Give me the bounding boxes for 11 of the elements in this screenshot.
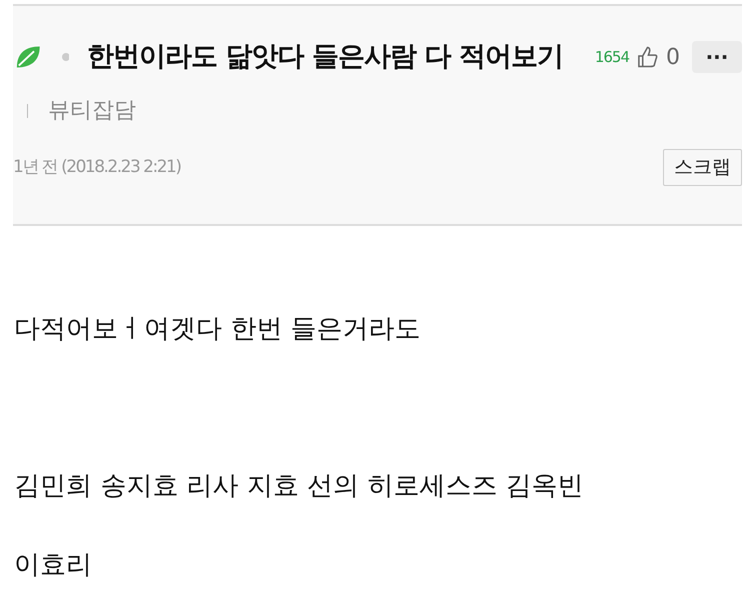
thumbs-up-icon[interactable] bbox=[637, 45, 658, 69]
post-date: 1년 전 (2018.2.23 2:21) bbox=[13, 156, 180, 178]
body-text: 다적어보ㅓ여겟다 한번 들은거라도 bbox=[14, 313, 422, 346]
post-title: 한번이라도 닮앗다 들은사람 다 적어보기 bbox=[87, 40, 563, 74]
like-count: 0 bbox=[666, 44, 680, 72]
more-button[interactable]: ··· bbox=[692, 41, 742, 73]
view-count: 1654 bbox=[594, 46, 630, 68]
bullet-icon bbox=[62, 53, 70, 61]
scrap-button[interactable]: 스크랩 bbox=[663, 149, 742, 186]
body-text: 김민희 송지효 리사 지효 선의 히로세스즈 김옥빈 bbox=[14, 470, 585, 503]
body-text: 이효리 bbox=[14, 549, 93, 582]
